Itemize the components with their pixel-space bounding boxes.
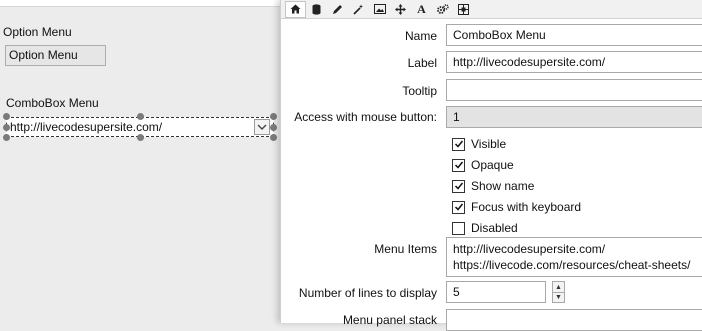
- selection-handle[interactable]: [137, 134, 144, 141]
- disabled-checkbox[interactable]: Disabled: [452, 221, 518, 235]
- checkbox-label: Opaque: [471, 158, 514, 172]
- check-icon: [454, 203, 463, 211]
- card-top-strip: [0, 0, 280, 7]
- label-label: Label: [407, 56, 437, 70]
- checkbox-box[interactable]: [452, 137, 465, 151]
- checkbox-box[interactable]: [452, 221, 465, 235]
- menu-item-line: http://livecodesupersite.com/: [453, 242, 606, 256]
- option-menu-label: Option Menu: [3, 25, 72, 39]
- inspector-toolbar: A: [281, 0, 702, 19]
- selection-handle[interactable]: [137, 113, 144, 120]
- pencil-icon[interactable]: [327, 1, 348, 18]
- text-icon[interactable]: A: [411, 1, 432, 18]
- home-icon[interactable]: [285, 0, 306, 18]
- check-icon: [454, 182, 463, 190]
- combobox-label: ComboBox Menu: [6, 96, 99, 110]
- selection-handle[interactable]: [3, 134, 10, 141]
- stack-card: Option Menu Option Menu ComboBox Menu ht…: [0, 0, 280, 323]
- mouse-button-label: Access with mouse button:: [294, 110, 437, 124]
- lines-field[interactable]: 5: [446, 281, 546, 303]
- stepper-up-icon[interactable]: ▲: [553, 282, 564, 292]
- checkbox-box[interactable]: [452, 179, 465, 193]
- tooltip-label: Tooltip: [402, 84, 437, 98]
- combobox-dropdown-button[interactable]: [254, 119, 270, 135]
- menu-items-label: Menu Items: [374, 242, 437, 256]
- menu-items-field[interactable]: http://livecodesupersite.com/ https://li…: [446, 237, 702, 277]
- checkbox-label: Focus with keyboard: [471, 200, 582, 214]
- move-icon[interactable]: [390, 1, 411, 18]
- database-icon[interactable]: [306, 1, 327, 18]
- lines-label: Number of lines to display: [298, 286, 437, 300]
- selection-handle[interactable]: [3, 113, 10, 120]
- show-name-checkbox[interactable]: Show name: [452, 179, 534, 193]
- selection-handle[interactable]: [270, 134, 277, 141]
- image-icon[interactable]: [369, 1, 390, 18]
- opaque-checkbox[interactable]: Opaque: [452, 158, 514, 172]
- menu-item-line: https://livecode.com/resources/cheat-she…: [453, 258, 691, 272]
- layout-icon[interactable]: [453, 1, 474, 18]
- name-field[interactable]: ComboBox Menu: [446, 24, 702, 46]
- selection-handle[interactable]: [270, 124, 277, 131]
- checkbox-label: Disabled: [471, 221, 518, 235]
- selection-handle[interactable]: [3, 124, 10, 131]
- selection-handle[interactable]: [270, 113, 277, 120]
- panel-stack-label: Menu panel stack: [342, 313, 437, 327]
- panel-stack-field[interactable]: [446, 309, 702, 331]
- option-menu-button[interactable]: Option Menu: [5, 45, 106, 66]
- name-label: Name: [404, 29, 437, 43]
- focus-keyboard-checkbox[interactable]: Focus with keyboard: [452, 200, 581, 214]
- property-inspector: A Name ComboBox Menu Label http://liveco…: [280, 0, 702, 331]
- label-field[interactable]: http://livecodesupersite.com/: [446, 51, 702, 73]
- checkbox-label: Visible: [471, 137, 507, 151]
- checkbox-box[interactable]: [452, 158, 465, 172]
- magic-wand-icon[interactable]: [348, 1, 369, 18]
- visible-checkbox[interactable]: Visible: [452, 137, 506, 151]
- lines-stepper[interactable]: ▲ ▼: [552, 281, 565, 303]
- mouse-button-field[interactable]: 1: [446, 106, 702, 128]
- check-icon: [454, 161, 463, 169]
- stepper-down-icon[interactable]: ▼: [553, 292, 564, 302]
- checkbox-label: Show name: [471, 179, 535, 193]
- chevron-down-icon: [257, 124, 267, 130]
- checkbox-box[interactable]: [452, 200, 465, 214]
- check-icon: [454, 140, 463, 148]
- combobox-value: http://livecodesupersite.com/: [10, 120, 163, 134]
- tooltip-field[interactable]: [446, 79, 702, 101]
- gears-icon[interactable]: [432, 1, 453, 18]
